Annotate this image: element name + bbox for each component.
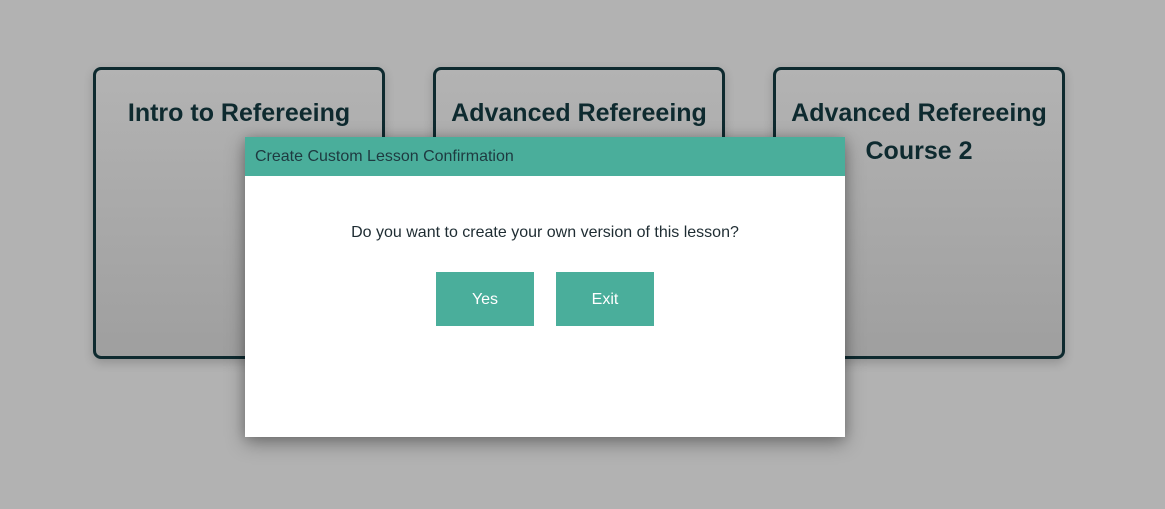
exit-button[interactable]: Exit	[556, 272, 654, 326]
dialog-actions: Yes Exit	[245, 272, 845, 326]
yes-button[interactable]: Yes	[436, 272, 534, 326]
dialog-message: Do you want to create your own version o…	[351, 224, 739, 241]
course-title: Intro to Refereeing	[127, 99, 351, 127]
custom-lesson-confirmation-dialog: Create Custom Lesson Confirmation Do you…	[245, 137, 845, 437]
dialog-title: Create Custom Lesson Confirmation	[245, 137, 845, 176]
